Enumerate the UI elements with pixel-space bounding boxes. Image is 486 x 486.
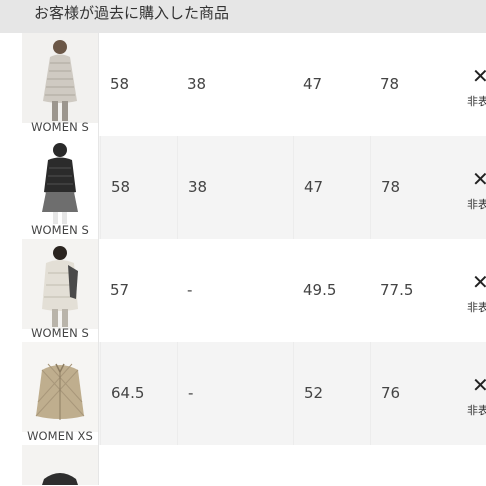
measurement-3: 47 [293,136,369,239]
measurement-4: 76 [370,342,446,445]
product-image[interactable] [22,445,99,485]
hide-item-button[interactable]: ✕ 非表 [447,136,486,239]
table-row: WOMEN S 58 38 47 78 ✕ 非表 [22,33,486,136]
hide-item-button[interactable]: ✕ 非表 [447,239,486,342]
close-icon: ✕ [472,167,486,191]
product-size-label: WOMEN S [31,120,89,134]
measurement-2: - [177,342,293,445]
hide-label: 非表 [467,301,486,314]
hide-label: 非表 [467,404,486,417]
hide-label: 非表 [467,95,486,108]
measurement-3: 52 [293,342,369,445]
purchase-history-table: WOMEN S 58 38 47 78 ✕ 非表 WOMEN S 58 38 4… [22,33,486,485]
measurement-2: 38 [187,75,207,93]
measurement-1: 64.5 [100,342,176,445]
measurement-2: - [187,281,193,299]
product-image[interactable]: WOMEN S [22,136,99,239]
measurement-3: 47 [303,75,323,93]
product-image[interactable]: WOMEN S [22,33,99,136]
measurement-4: 77.5 [380,281,414,299]
close-icon: ✕ [472,64,486,88]
product-size-label: WOMEN XS [27,429,93,443]
hide-label: 非表 [467,198,486,211]
table-row: WOMEN S 57 - 49.5 77.5 ✕ 非表 [22,239,486,342]
table-row: WOMEN S 58 38 47 78 ✕ 非表 [22,136,486,239]
table-row [22,445,486,485]
section-title: お客様が過去に購入した商品 [34,4,230,22]
measurement-4: 78 [370,136,446,239]
measurement-1: 57 [110,281,130,299]
measurement-1: 58 [100,136,176,239]
hide-item-button[interactable]: ✕ 非表 [447,33,486,136]
measurement-2: 38 [177,136,293,239]
close-icon: ✕ [472,270,486,294]
close-icon: ✕ [472,373,486,397]
hide-item-button[interactable]: ✕ 非表 [447,342,486,445]
product-image[interactable]: WOMEN XS [22,342,99,445]
product-size-label: WOMEN S [31,326,89,340]
measurement-3: 49.5 [303,281,337,299]
product-image[interactable]: WOMEN S [22,239,99,342]
section-header: お客様が過去に購入した商品 [0,0,486,33]
table-row: WOMEN XS 64.5 - 52 76 ✕ 非表 [22,342,486,445]
product-size-label: WOMEN S [31,223,89,237]
measurement-1: 58 [110,75,130,93]
measurement-4: 78 [380,75,400,93]
